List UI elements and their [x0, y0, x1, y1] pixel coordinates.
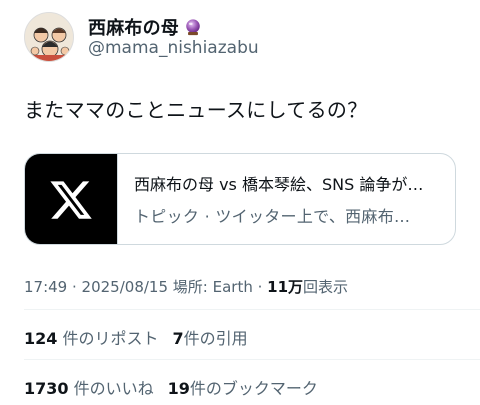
- card-subtitle: トピック · ツイッター上で、西麻布…: [134, 207, 411, 226]
- views-count: 11万: [267, 278, 304, 296]
- link-card[interactable]: 西麻布の母 vs 橋本琴絵、SNS 論争が… トピック · ツイッター上で、西麻…: [24, 153, 456, 245]
- bookmarks-stat[interactable]: 19件のブックマーク: [168, 375, 318, 399]
- stats-row-likes: 1730 件のいいね 19件のブックマーク: [24, 375, 332, 399]
- quotes-count: 7: [172, 329, 184, 348]
- location-label: 場所:: [168, 278, 213, 296]
- crystal-ball-icon: [186, 19, 200, 36]
- quotes-label: 件の引用: [183, 329, 248, 348]
- reposts-count: 124: [24, 329, 58, 348]
- card-body: 西麻布の母 vs 橋本琴絵、SNS 論争が… トピック · ツイッター上で、西麻…: [117, 154, 455, 244]
- handle[interactable]: @mama_nishiazabu: [88, 38, 259, 58]
- bookmarks-label: 件のブックマーク: [189, 379, 318, 398]
- display-name[interactable]: 西麻布の母: [88, 14, 179, 40]
- avatar-illustration: [25, 13, 73, 61]
- reposts-stat[interactable]: 124 件のリポスト: [24, 325, 159, 349]
- card-thumbnail: [25, 154, 117, 244]
- tweet-header: 西麻布の母 @mama_nishiazabu: [24, 12, 444, 62]
- tweet-meta: 17:49 · 2025/08/15 場所: Earth · 11万回表示: [24, 276, 348, 297]
- divider: [24, 309, 480, 310]
- likes-count: 1730: [24, 379, 69, 398]
- tweet-date[interactable]: 2025/08/15: [82, 278, 168, 296]
- tweet-text: またママのことニュースにしてるの？: [24, 98, 368, 122]
- name-row: 西麻布の母: [88, 14, 202, 40]
- likes-stat[interactable]: 1730 件のいいね: [24, 375, 154, 399]
- meta-separator: ·: [67, 278, 82, 296]
- avatar[interactable]: [24, 12, 74, 62]
- bookmarks-count: 19: [167, 379, 190, 398]
- tweet-time[interactable]: 17:49: [24, 278, 67, 296]
- meta-separator: ·: [252, 278, 268, 296]
- reposts-label: 件のリポスト: [62, 329, 159, 348]
- location-value: Earth: [212, 278, 253, 296]
- x-logo-icon: [50, 181, 92, 219]
- divider: [24, 359, 480, 360]
- views-label: 回表示: [303, 278, 349, 296]
- card-title: 西麻布の母 vs 橋本琴絵、SNS 論争が…: [134, 175, 424, 194]
- quotes-stat[interactable]: 7件の引用: [173, 325, 248, 349]
- stats-row-reposts: 124 件のリポスト 7件の引用: [24, 325, 262, 349]
- likes-label: 件のいいね: [73, 379, 154, 398]
